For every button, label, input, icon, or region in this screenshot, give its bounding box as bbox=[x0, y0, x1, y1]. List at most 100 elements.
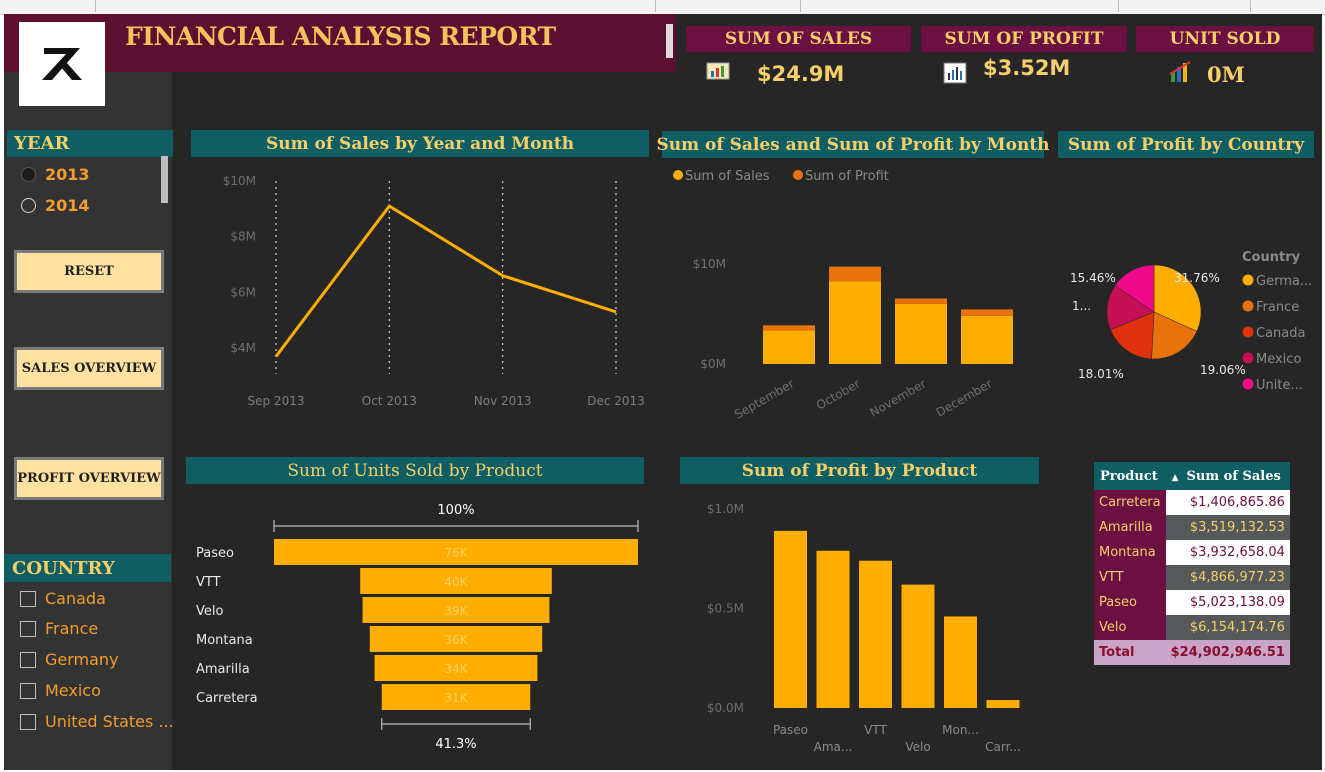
table-cell-sales: $1,406,865.86 bbox=[1165, 490, 1290, 515]
country-option-france[interactable]: France bbox=[20, 619, 98, 638]
bar-sales bbox=[895, 303, 947, 364]
radio-selected-icon bbox=[21, 167, 36, 182]
profit-bar bbox=[859, 560, 892, 708]
table-cell-sales: $3,932,658.04 bbox=[1165, 540, 1290, 565]
table-row: Amarilla $3,519,132.53 bbox=[1094, 515, 1290, 540]
legend-item: Mexico bbox=[1256, 352, 1301, 367]
bar-sales bbox=[829, 281, 881, 364]
kpi-profit-value: $3.52M bbox=[983, 56, 1071, 80]
checkbox-icon bbox=[20, 620, 36, 637]
country-option-germany[interactable]: Germany bbox=[20, 650, 119, 669]
y-tick-label: $10M bbox=[693, 257, 726, 271]
table-cell-product: VTT bbox=[1094, 565, 1166, 590]
pie-chart-profit-by-country: 31.76% 19.06% 18.01% 1... 15.46% Country Germa… bbox=[1070, 250, 1312, 393]
x-tick-label: Carr... bbox=[985, 740, 1021, 754]
funnel-chart-units-by-product: 100% 76K Paseo 40K VTT 39K Velo 36K Montana 34K Am… bbox=[196, 503, 639, 752]
y-tick-label: $10M bbox=[223, 174, 256, 188]
chart-title-sales-by-month: Sum of Sales by Year and Month bbox=[191, 130, 649, 157]
y-tick-label: $6M bbox=[230, 285, 256, 299]
reset-button[interactable]: RESET bbox=[14, 250, 164, 293]
x-tick-label: Dec 2013 bbox=[587, 394, 645, 408]
chart-title-sales-profit: Sum of Sales and Sum of Profit by Month bbox=[656, 131, 1050, 158]
pie-data-label: 19.06% bbox=[1200, 363, 1246, 377]
legend-item: Unite... bbox=[1256, 378, 1303, 393]
year-option-2013[interactable]: 2013 bbox=[21, 165, 90, 184]
legend-dot-icon bbox=[1242, 326, 1254, 338]
table-cell-sales: $3,519,132.53 bbox=[1165, 515, 1290, 540]
table-total-label: Total bbox=[1094, 640, 1166, 665]
sales-overview-button[interactable]: SALES OVERVIEW bbox=[14, 347, 164, 390]
bar-sales bbox=[961, 315, 1013, 364]
table-cell-product: Carretera bbox=[1094, 490, 1166, 515]
table-cell-product: Velo bbox=[1094, 615, 1166, 640]
legend-profit-dot-icon bbox=[793, 170, 803, 180]
y-tick-label: $0.0M bbox=[707, 701, 744, 715]
country-filter-title: COUNTRY bbox=[4, 554, 171, 582]
legend-item: Canada bbox=[1256, 326, 1305, 341]
legend-profit-label: Sum of Profit bbox=[805, 169, 889, 184]
bar-profit bbox=[763, 325, 815, 331]
bar-profit bbox=[961, 309, 1013, 316]
legend-dot-icon bbox=[1242, 300, 1254, 312]
x-tick-label: Mon... bbox=[942, 723, 979, 737]
checkbox-icon bbox=[20, 590, 36, 607]
legend-item: France bbox=[1256, 300, 1299, 315]
chart-title-profit-by-country: Sum of Profit by Country bbox=[1058, 131, 1314, 158]
funnel-bottom-label: 41.3% bbox=[435, 737, 476, 752]
funnel-category-label: Paseo bbox=[196, 546, 234, 561]
x-tick-label: Ama... bbox=[814, 740, 853, 754]
y-tick-label: $0M bbox=[700, 357, 726, 371]
table-header-sum-of-sales[interactable]: ▲ Sum of Sales bbox=[1165, 462, 1290, 490]
legend-dot-icon bbox=[1242, 274, 1254, 286]
checkbox-icon bbox=[20, 651, 36, 668]
checkbox-icon bbox=[20, 713, 36, 730]
logo bbox=[19, 22, 105, 106]
title-scrollbar[interactable] bbox=[666, 24, 673, 58]
x-tick-label: November bbox=[867, 376, 928, 419]
legend-title: Country bbox=[1242, 250, 1301, 265]
funnel-category-label: VTT bbox=[196, 575, 221, 590]
table-total-value: $24,902,946.51 bbox=[1165, 640, 1290, 665]
logo-mark-icon bbox=[42, 48, 82, 80]
funnel-value-label: 34K bbox=[444, 662, 468, 676]
pie-data-label: 15.46% bbox=[1070, 271, 1116, 285]
kpi-units-label: UNIT SOLD bbox=[1136, 26, 1314, 52]
table-cell-sales: $5,023,138.09 bbox=[1165, 590, 1290, 615]
pie-data-label: 18.01% bbox=[1078, 367, 1124, 381]
year-filter-scrollbar[interactable] bbox=[161, 156, 168, 203]
funnel-category-label: Carretera bbox=[196, 691, 258, 706]
y-tick-label: $4M bbox=[230, 341, 256, 355]
table-row: Paseo $5,023,138.09 bbox=[1094, 590, 1290, 615]
kpi-units-value: 0M bbox=[1207, 62, 1245, 87]
table-header-product[interactable]: Product bbox=[1094, 462, 1166, 490]
pie-data-label: 1... bbox=[1072, 299, 1091, 313]
top-toolbar-strip bbox=[0, 0, 1325, 15]
country-option-canada[interactable]: Canada bbox=[20, 589, 106, 608]
units-chart-icon bbox=[1168, 60, 1191, 82]
table-total-row: Total $24,902,946.51 bbox=[1094, 640, 1290, 665]
profit-bar bbox=[944, 616, 977, 708]
x-tick-label: December bbox=[934, 376, 995, 419]
funnel-category-label: Amarilla bbox=[196, 662, 250, 677]
table-cell-sales: $4,866,977.23 bbox=[1165, 565, 1290, 590]
y-tick-label: $1.0M bbox=[707, 502, 744, 516]
legend-item: Germa... bbox=[1256, 274, 1312, 289]
legend-sales-label: Sum of Sales bbox=[685, 169, 770, 184]
country-option-mexico[interactable]: Mexico bbox=[20, 681, 101, 700]
checkbox-icon bbox=[20, 682, 36, 699]
x-tick-label: Paseo bbox=[773, 723, 808, 737]
chart-title-profit-by-product: Sum of Profit by Product bbox=[680, 457, 1039, 484]
sort-ascending-icon: ▲ bbox=[1171, 472, 1179, 483]
profit-overview-button[interactable]: PROFIT OVERVIEW bbox=[14, 457, 164, 500]
x-tick-label: September bbox=[732, 376, 796, 421]
bar-profit bbox=[829, 266, 881, 282]
bar-chart-sales-profit: Sum of Sales Sum of Profit $10M $0M Septembe… bbox=[673, 169, 1013, 422]
funnel-top-label: 100% bbox=[437, 503, 474, 518]
kpi-sales-label: SUM OF SALES bbox=[686, 26, 911, 52]
year-option-2014[interactable]: 2014 bbox=[21, 196, 90, 215]
table-row: Velo $6,154,174.76 bbox=[1094, 615, 1290, 640]
legend-dot-icon bbox=[1242, 378, 1254, 390]
table-row: Montana $3,932,658.04 bbox=[1094, 540, 1290, 565]
year-filter-title: YEAR bbox=[7, 130, 173, 157]
country-option-united-states[interactable]: United States ... bbox=[20, 712, 174, 731]
